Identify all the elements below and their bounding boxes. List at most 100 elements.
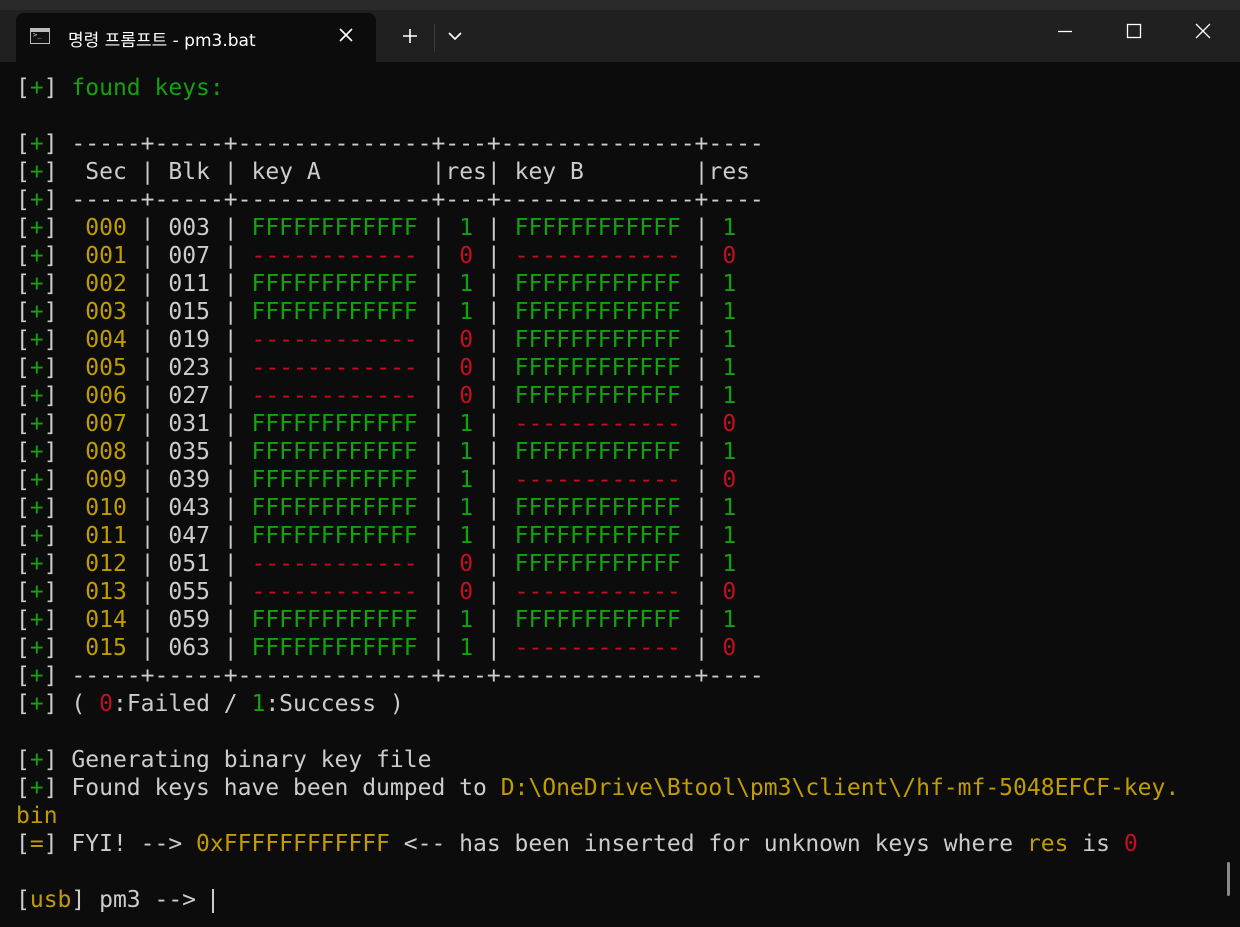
block-number: 027	[168, 383, 210, 409]
sector-number: 004	[85, 327, 127, 353]
res-a-value: 1	[459, 215, 474, 241]
res-b-value: 0	[722, 635, 737, 661]
header-res-a: res	[445, 159, 487, 185]
prefix: [+]	[16, 243, 72, 269]
close-window-button[interactable]	[1178, 16, 1228, 46]
header-res-b: res	[708, 159, 751, 185]
res-b-value: 0	[722, 579, 737, 605]
close-tab-button[interactable]	[332, 21, 360, 49]
sector-number: 002	[85, 271, 127, 297]
block-number: 055	[168, 579, 210, 605]
sector-number: 001	[85, 243, 127, 269]
scrollbar-thumb[interactable]	[1227, 862, 1230, 896]
res-b-value: 1	[722, 523, 737, 549]
key-b-value: ------------	[514, 411, 681, 437]
prefix-bracket-close: ]	[43, 75, 72, 101]
minimize-button[interactable]	[1040, 16, 1090, 46]
block-number: 043	[168, 495, 210, 521]
key-a-value: ------------	[251, 383, 418, 409]
terminal-output[interactable]: [+] found keys: [+] -----+-----+--------…	[16, 74, 1216, 914]
key-b-value: ------------	[514, 579, 681, 605]
res-a-value: 1	[459, 635, 474, 661]
prefix: [+]	[16, 635, 72, 661]
res-b-value: 1	[722, 271, 737, 297]
separator-text: -----+-----+--------------+---+---------…	[71, 187, 764, 213]
key-a-value: ------------	[251, 579, 418, 605]
legend-open: (	[71, 691, 100, 717]
sector-number: 005	[85, 355, 127, 381]
prefix: [+]	[16, 299, 72, 325]
legend-failed: :Failed /	[112, 691, 252, 717]
block-number: 031	[168, 411, 210, 437]
key-a-value: FFFFFFFFFFFF	[251, 635, 418, 661]
key-b-value: FFFFFFFFFFFF	[514, 439, 681, 465]
legend-one: 1	[251, 691, 266, 717]
prompt-usb: usb	[29, 887, 72, 913]
prefix-bracket-open: [	[16, 75, 30, 101]
found-keys-line: [+] found keys:	[16, 74, 1216, 102]
fyi-text-3: is	[1068, 831, 1124, 857]
table-separator: [+] -----+-----+--------------+---+-----…	[16, 662, 1216, 690]
chevron-down-icon	[448, 32, 462, 41]
res-a-value: 1	[459, 495, 474, 521]
prompt-bracket: [	[16, 887, 30, 913]
legend-success: :Success )	[265, 691, 404, 717]
block-number: 059	[168, 607, 210, 633]
prefix: [+]	[16, 187, 72, 213]
prefix: [+]	[16, 467, 72, 493]
maximize-button[interactable]	[1109, 16, 1159, 46]
table-row: [+] 000 | 003 | FFFFFFFFFFFF | 1 | FFFFF…	[16, 215, 737, 241]
key-b-value: ------------	[514, 635, 681, 661]
close-icon	[1195, 23, 1211, 39]
sector-number: 010	[85, 495, 127, 521]
dump-path-continued: bin	[16, 802, 1216, 830]
terminal-icon	[30, 28, 50, 44]
key-b-value: ------------	[514, 243, 681, 269]
tab-dropdown-button[interactable]	[440, 22, 470, 50]
key-a-value: FFFFFFFFFFFF	[251, 495, 418, 521]
key-a-value: FFFFFFFFFFFF	[251, 439, 418, 465]
key-b-value: FFFFFFFFFFFF	[514, 215, 681, 241]
dumped-text: Found keys have been dumped to	[71, 775, 501, 801]
sector-number: 013	[85, 579, 127, 605]
res-b-value: 1	[722, 551, 737, 577]
key-a-value: ------------	[251, 355, 418, 381]
table-row: [+] 002 | 011 | FFFFFFFFFFFF | 1 | FFFFF…	[16, 271, 737, 297]
block-number: 047	[168, 523, 210, 549]
table-row: [+] 015 | 063 | FFFFFFFFFFFF | 1 | -----…	[16, 635, 737, 661]
prefix: [+]	[16, 271, 72, 297]
table-row: [+] 001 | 007 | ------------ | 0 | -----…	[16, 243, 737, 269]
res-a-value: 1	[459, 439, 474, 465]
key-a-value: ------------	[251, 327, 418, 353]
table-row: [+] 011 | 047 | FFFFFFFFFFFF | 1 | FFFFF…	[16, 523, 737, 549]
tab-divider	[434, 24, 435, 52]
dumped-line: [+] Found keys have been dumped to D:\On…	[16, 774, 1216, 802]
res-b-value: 1	[722, 383, 737, 409]
res-a-value: 0	[459, 383, 474, 409]
res-a-value: 1	[459, 299, 474, 325]
minimize-icon	[1058, 30, 1072, 33]
table-row: [+] 008 | 035 | FFFFFFFFFFFF | 1 | FFFFF…	[16, 439, 737, 465]
header-key-b: key B	[514, 159, 681, 185]
prefix: [+]	[16, 383, 72, 409]
header-sec: Sec	[85, 159, 127, 185]
plus-icon	[403, 29, 417, 43]
res-a-value: 0	[459, 551, 474, 577]
prefix: [+]	[16, 411, 72, 437]
res-b-value: 1	[722, 215, 737, 241]
key-a-value: FFFFFFFFFFFF	[251, 607, 418, 633]
block-number: 007	[168, 243, 210, 269]
block-number: 035	[168, 439, 210, 465]
block-number: 039	[168, 467, 210, 493]
res-a-value: 1	[459, 271, 474, 297]
header-blk: Blk	[168, 159, 210, 185]
res-b-value: 1	[722, 355, 737, 381]
block-number: 063	[168, 635, 210, 661]
tab-command-prompt[interactable]: 명령 프롬프트 - pm3.bat	[16, 13, 376, 62]
prefix: [+]	[16, 663, 72, 689]
new-tab-button[interactable]	[395, 22, 425, 50]
prompt-line[interactable]: [usb] pm3 -->	[16, 886, 1216, 914]
key-b-value: FFFFFFFFFFFF	[514, 607, 681, 633]
